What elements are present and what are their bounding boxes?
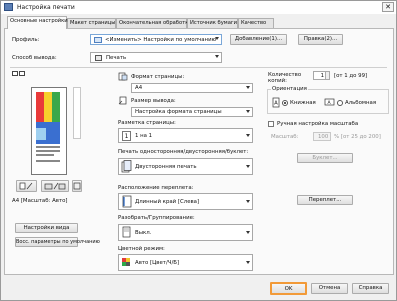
page-preview — [31, 87, 67, 175]
chevron-down-icon — [246, 165, 250, 168]
tab-basic-settings[interactable]: Основные настройки — [7, 16, 68, 29]
edit-profile-button[interactable]: Правка(2)... — [298, 34, 343, 45]
duplex-select[interactable]: Двусторонняя печать — [118, 158, 253, 175]
profile-select[interactable]: <Изменить> Настройки по умолчанию — [90, 34, 222, 45]
binding-label: Расположение переплета: — [118, 185, 194, 191]
color-mode-select[interactable]: Авто [Цвет/Ч/Б] — [118, 254, 253, 271]
output-method-label: Способ вывода: — [12, 55, 57, 61]
landscape-icon: A — [324, 98, 335, 106]
tab-page-layout[interactable]: Макет страницы — [67, 18, 116, 28]
help-button[interactable]: Справка — [352, 283, 389, 294]
copies-input[interactable]: 1 — [313, 71, 330, 80]
auto-color-icon — [122, 258, 130, 266]
orientation-label: Ориентация — [271, 86, 308, 92]
page-layout-select[interactable]: 1 1 на 1 — [118, 128, 253, 143]
binding-select[interactable]: Длинный край [Слева] — [118, 193, 253, 210]
portrait-icon: A — [272, 97, 280, 108]
title-bar: Настройка печати ✕ — [1, 1, 396, 14]
tab-quality[interactable]: Качество — [238, 18, 274, 28]
printer-view-icon — [44, 182, 66, 190]
printer-app-icon — [4, 3, 13, 11]
landscape-radio[interactable] — [337, 100, 343, 106]
ok-button[interactable]: OK — [270, 282, 307, 295]
chevron-down-icon — [246, 134, 250, 137]
tab-paper-source[interactable]: Источник бумаги — [187, 18, 238, 28]
copies-range: [от 1 до 99] — [334, 73, 368, 79]
profile-label: Профиль: — [12, 37, 40, 43]
portrait-label: Книжная — [290, 100, 316, 106]
duplex-label: Печать односторонняя/двусторонняя/буклет… — [118, 149, 249, 155]
restore-defaults-button[interactable]: Восс. параметры по умолчанию — [15, 237, 100, 247]
preview-page-content — [36, 92, 60, 162]
tab-finishing[interactable]: Окончательная обработка — [116, 18, 192, 28]
cancel-button[interactable]: Отмена — [311, 283, 348, 294]
scale-range: % [от 25 до 200] — [334, 134, 381, 140]
collate-select[interactable]: Выкл. — [118, 224, 253, 241]
preview-toggle-button[interactable] — [72, 180, 82, 192]
duplex-icon — [121, 160, 132, 173]
chevron-down-icon — [215, 55, 219, 58]
preview-printer-view-button[interactable] — [41, 180, 69, 192]
copies-label-line2: копий: — [268, 78, 287, 84]
page-size-select[interactable]: A4 — [131, 83, 253, 93]
output-size-select[interactable]: Настройка формата страницы — [131, 107, 253, 117]
output-method-select[interactable]: Печать — [90, 52, 222, 63]
chevron-down-icon — [246, 110, 250, 113]
page-layout-label: Разметка страницы: — [118, 120, 176, 126]
chevron-down-icon — [246, 86, 250, 89]
booklet-button[interactable]: Буклет... — [297, 153, 353, 163]
profile-icon — [94, 37, 102, 43]
print-settings-window: Настройка печати ✕ Основные настройки Ма… — [0, 0, 397, 301]
chevron-down-icon — [246, 200, 250, 203]
portrait-radio[interactable] — [282, 100, 288, 106]
page-size-icon — [118, 72, 128, 81]
finisher-icon — [73, 182, 81, 190]
scale-input[interactable]: 100 — [313, 132, 331, 141]
preview-page-view-button[interactable] — [16, 180, 37, 192]
output-size-icon — [118, 96, 127, 105]
chevron-down-icon — [215, 37, 219, 40]
manual-scale-label: Ручная настройка масштаба — [277, 121, 359, 127]
copies-spinner[interactable] — [325, 72, 329, 79]
one-up-icon: 1 — [122, 131, 131, 141]
view-settings-button[interactable]: Настройки вида — [15, 223, 78, 233]
scale-field-label: Масштаб: — [271, 134, 299, 140]
svg-text:A: A — [274, 101, 278, 107]
close-button[interactable]: ✕ — [382, 2, 394, 12]
output-size-label: Размер вывода: — [131, 98, 176, 104]
page-size-label: Формат страницы: — [131, 74, 185, 80]
page-view-icon — [19, 182, 33, 190]
printer-icon — [95, 55, 102, 61]
binding-icon — [122, 195, 132, 208]
color-mode-label: Цветной режим: — [118, 246, 165, 252]
preview-page-icon[interactable] — [12, 71, 18, 76]
landscape-label: Альбомная — [345, 100, 377, 106]
add-profile-button[interactable]: Добавление(1)... — [230, 34, 287, 45]
preview-caption: A4 [Масштаб: Авто] — [12, 198, 68, 204]
chevron-down-icon — [246, 231, 250, 234]
collate-label: Разобрать/Группирование: — [118, 215, 195, 221]
manual-scale-checkbox[interactable] — [268, 121, 274, 127]
gutter-button[interactable]: Переплет... — [297, 195, 353, 205]
collate-off-icon — [122, 226, 131, 238]
preview-side-panel — [73, 87, 81, 139]
divider — [10, 67, 387, 68]
chevron-down-icon — [246, 261, 250, 264]
window-title: Настройка печати — [17, 4, 75, 11]
preview-printer-icon[interactable] — [19, 71, 25, 76]
